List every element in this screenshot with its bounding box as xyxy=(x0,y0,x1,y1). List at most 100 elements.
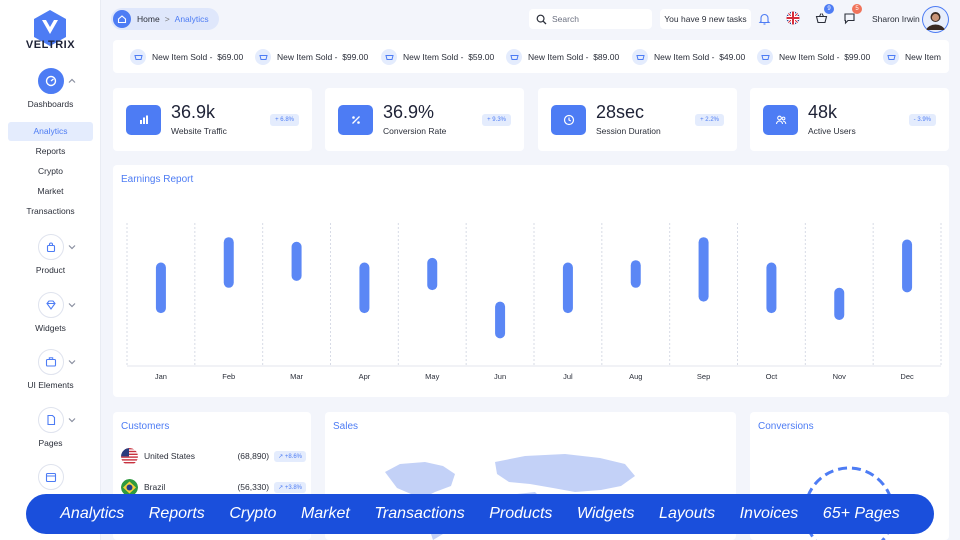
ticker-item: New Item Sold - $59.00 xyxy=(381,40,494,73)
chart-bar-dec[interactable] xyxy=(902,239,913,293)
nav-ui-elements[interactable]: UI Elements xyxy=(0,349,101,390)
stat-card-conversion: 36.9% Conversion Rate + 9.3% xyxy=(325,88,524,151)
chart-tick-label: Dec xyxy=(900,372,914,381)
customers-title: Customers xyxy=(121,421,170,432)
ticker-item: New Item Sold - $99.00 xyxy=(757,40,870,73)
breadcrumb-home[interactable]: Home xyxy=(137,14,160,24)
nav-dashboards[interactable]: Dashboards xyxy=(0,68,101,109)
chart-bar-mar[interactable] xyxy=(291,241,302,281)
stat-value: 36.9k xyxy=(171,102,216,122)
stat-label: Conversion Rate xyxy=(383,126,447,136)
ticker-label: New Item xyxy=(905,51,941,62)
chart-tick-label: Aug xyxy=(629,372,642,381)
ticker-item: New Item xyxy=(883,40,941,73)
sidebar-item-market[interactable]: Market xyxy=(8,182,93,201)
nav-widgets[interactable]: Widgets xyxy=(0,292,101,333)
cart-badge: 9 xyxy=(824,4,834,14)
brazil-flag-icon xyxy=(121,478,138,496)
stat-value: 48k xyxy=(808,102,838,122)
ticker-label: New Item Sold - xyxy=(403,51,464,62)
customer-value: (68,890) xyxy=(237,451,270,461)
sidebar-item-crypto[interactable]: Crypto xyxy=(8,162,93,181)
list-item[interactable]: United States (68,890) ↗ +8.6% xyxy=(121,446,306,466)
sidebar-item-reports[interactable]: Reports xyxy=(8,142,93,161)
chevron-up-icon xyxy=(68,78,76,83)
briefcase-icon xyxy=(38,349,64,375)
basket-icon xyxy=(506,48,522,65)
chart-tick-label: Nov xyxy=(833,372,847,381)
stat-card-session: 28sec Session Duration + 2.2% xyxy=(538,88,737,151)
chevron-down-icon xyxy=(68,245,76,250)
uk-flag-icon[interactable] xyxy=(785,10,801,26)
stat-change-badge: + 6.8% xyxy=(270,114,299,126)
banner-item-invoices: Invoices xyxy=(739,505,799,522)
earnings-chart: Jan Feb Mar Apr May Jun Jul Aug Sep Oct Nov Dec xyxy=(126,223,942,381)
chart-bar-aug[interactable] xyxy=(630,260,641,288)
chart-bar-oct[interactable] xyxy=(766,262,777,314)
chevron-down-icon xyxy=(68,360,76,365)
nav-label-pages: Pages xyxy=(38,438,63,448)
stat-card-traffic: 36.9k Website Traffic + 6.8% xyxy=(113,88,312,151)
home-icon[interactable] xyxy=(113,10,131,28)
nav-calendar[interactable] xyxy=(0,464,101,492)
ticker-label: New Item Sold - xyxy=(528,51,589,62)
sidebar: VELTRIX Dashboards Analytics Reports Cry… xyxy=(0,0,101,540)
tasks-notice[interactable]: You have 9 new tasks xyxy=(660,9,751,29)
chart-bar-jul[interactable] xyxy=(562,262,573,314)
ticker-item: New Item Sold - $99.00 xyxy=(255,40,368,73)
ticker-amount: $99.00 xyxy=(342,51,369,62)
bar-chart-icon xyxy=(126,105,161,135)
chart-tick-label: Jul xyxy=(563,372,573,381)
ticker-item: New Item Sold - $69.00 xyxy=(130,40,243,73)
search-input[interactable] xyxy=(552,14,647,24)
cart-icon[interactable]: 9 xyxy=(813,4,834,26)
ticker-item: New Item Sold - $49.00 xyxy=(632,40,745,73)
bell-icon[interactable] xyxy=(756,10,772,26)
avatar[interactable] xyxy=(922,6,949,33)
chart-tick-label: Apr xyxy=(359,372,371,381)
stat-change-badge: - 3.9% xyxy=(908,114,936,126)
breadcrumb-current: Analytics xyxy=(174,14,209,24)
percent-icon xyxy=(338,105,373,135)
nav-label-product: Product xyxy=(35,265,66,275)
chart-bar-apr[interactable] xyxy=(359,262,370,314)
search-box xyxy=(529,9,652,29)
basket-icon xyxy=(632,48,648,65)
banner-item-layouts: Layouts xyxy=(659,505,716,522)
chart-bar-jun[interactable] xyxy=(495,301,506,339)
calendar-icon xyxy=(38,464,64,490)
sidebar-item-transactions[interactable]: Transactions xyxy=(8,202,93,221)
ticker-amount: $69.00 xyxy=(217,51,244,62)
stat-label: Session Duration xyxy=(596,126,661,136)
ticker-item: New Item Sold - $89.00 xyxy=(506,40,619,73)
nav-pages[interactable]: Pages xyxy=(0,407,101,448)
basket-icon xyxy=(757,48,773,65)
chart-bar-sep[interactable] xyxy=(698,237,709,302)
banner-item-analytics: Analytics xyxy=(60,505,125,522)
banner-item-pages: 65+ Pages xyxy=(822,505,900,522)
chevron-down-icon xyxy=(68,418,76,423)
user-name[interactable]: Sharon Irwin xyxy=(872,14,920,24)
nav-product[interactable]: Product xyxy=(0,234,101,275)
banner-item-reports: Reports xyxy=(148,505,205,522)
brand-name: VELTRIX xyxy=(25,39,76,51)
chart-tick-label: May xyxy=(425,372,439,381)
basket-icon xyxy=(130,48,146,65)
banner-item-products: Products xyxy=(489,505,553,522)
ticker-label: New Item Sold - xyxy=(779,51,840,62)
sidebar-item-analytics[interactable]: Analytics xyxy=(8,122,93,141)
ticker-label: New Item Sold - xyxy=(277,51,338,62)
ticker-amount: $89.00 xyxy=(593,51,620,62)
feature-banner: Analytics Reports Crypto Market Transact… xyxy=(26,494,934,534)
search-icon xyxy=(536,14,547,24)
stat-label: Active Users xyxy=(808,126,856,136)
stat-change-badge: + 9.3% xyxy=(482,114,511,126)
ticker-label: New Item Sold - xyxy=(654,51,715,62)
chart-bar-nov[interactable] xyxy=(834,287,845,320)
chart-bar-jan[interactable] xyxy=(155,262,166,314)
chart-bar-may[interactable] xyxy=(427,257,438,291)
breadcrumb-separator: > xyxy=(164,14,170,24)
messages-icon[interactable]: 5 xyxy=(841,4,862,26)
sales-ticker: New Item Sold - $69.00 New Item Sold - $… xyxy=(113,40,949,73)
chart-bar-feb[interactable] xyxy=(223,237,234,288)
